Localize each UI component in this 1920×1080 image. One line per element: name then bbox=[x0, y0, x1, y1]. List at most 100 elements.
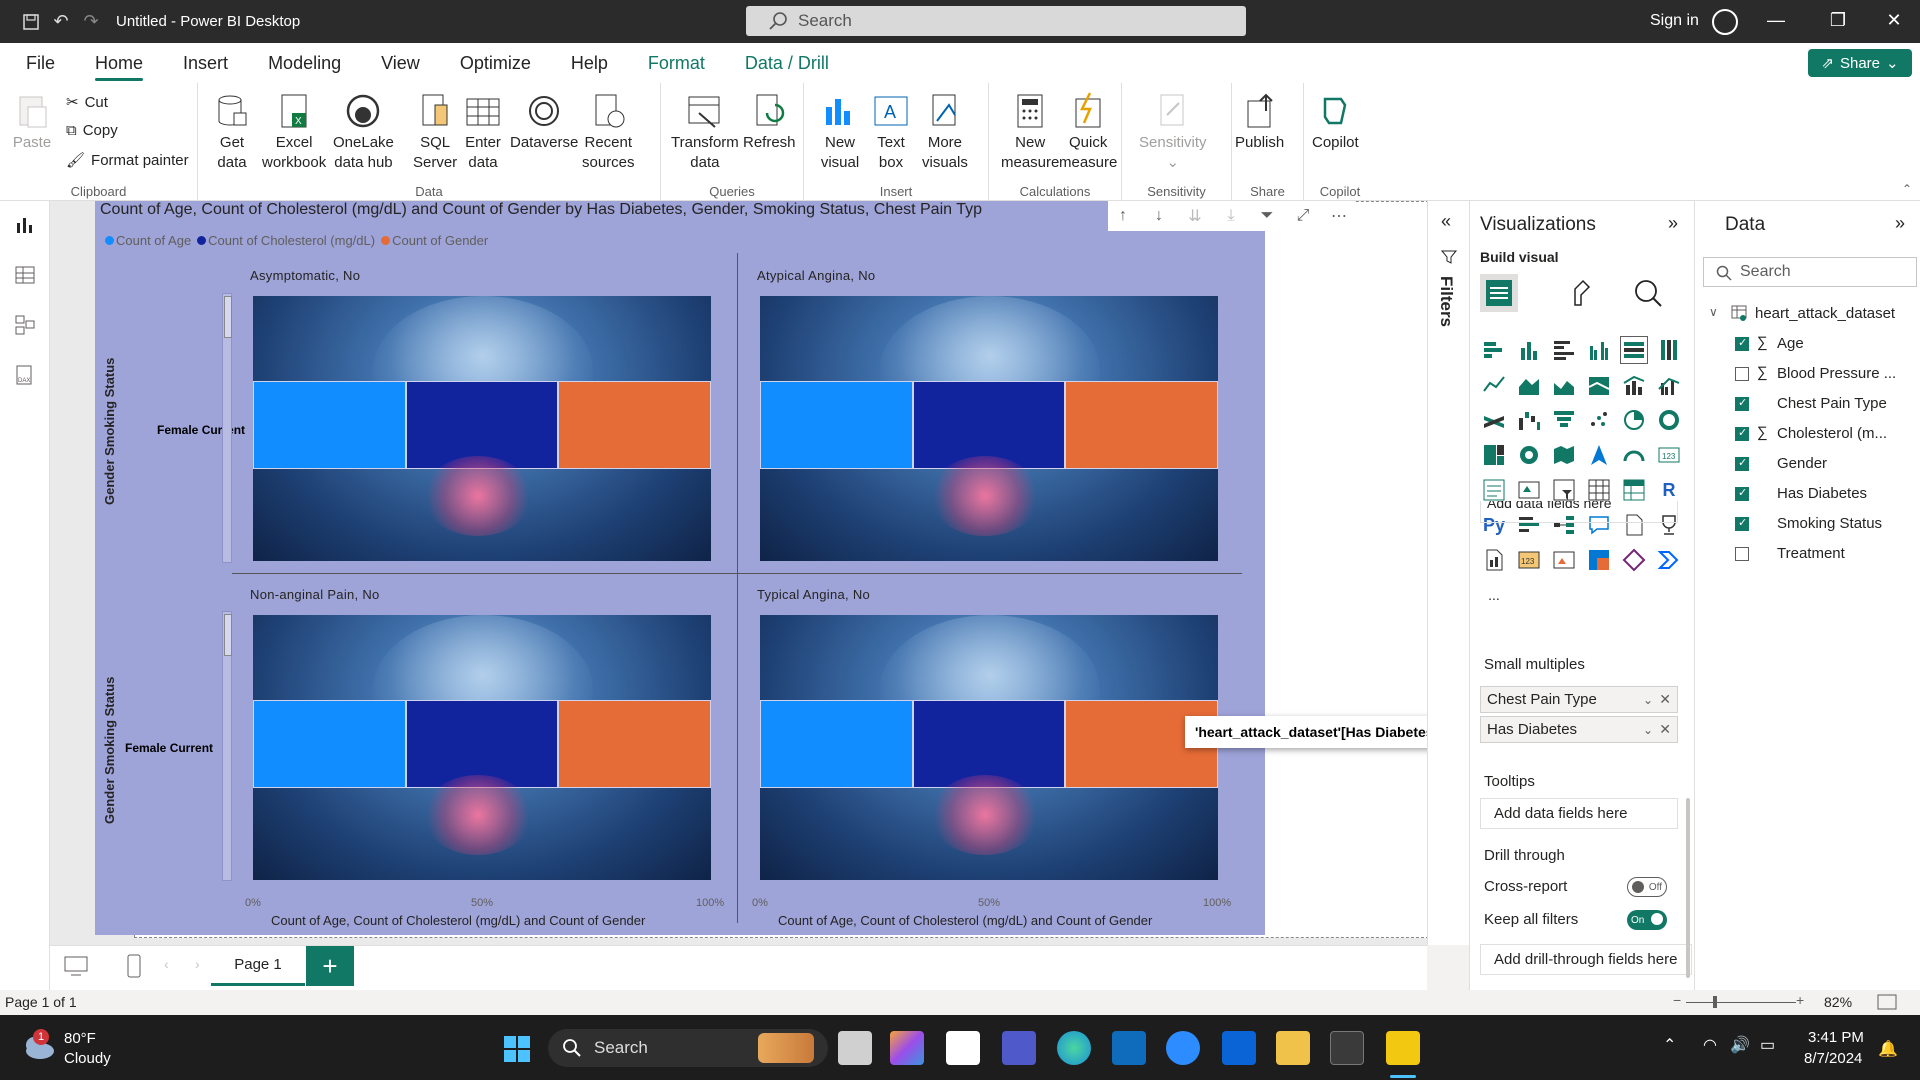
filters-pane-collapsed[interactable]: « Filters bbox=[1427, 201, 1469, 945]
funnel-chart-icon[interactable] bbox=[1550, 406, 1578, 434]
filter-icon[interactable]: ⏷ bbox=[1252, 201, 1282, 231]
line-chart-icon[interactable] bbox=[1480, 371, 1508, 399]
bar-count-of-age[interactable] bbox=[760, 381, 913, 469]
bar-count-of-age[interactable] bbox=[760, 700, 913, 788]
r-script-visual-icon[interactable]: R bbox=[1655, 476, 1683, 504]
map-icon[interactable] bbox=[1515, 441, 1543, 469]
get-data-button[interactable]: Get data bbox=[212, 91, 252, 173]
tab-optimize[interactable]: Optimize bbox=[440, 43, 551, 83]
wifi-icon[interactable]: ◠ bbox=[1703, 1035, 1717, 1055]
100-stacked-column-chart-icon[interactable] bbox=[1655, 336, 1683, 364]
tab-modeling[interactable]: Modeling bbox=[248, 43, 361, 83]
clustered-bar-chart-visual[interactable]: Count of Age, Count of Cholesterol (mg/d… bbox=[95, 201, 1354, 935]
field-chest-pain-type[interactable]: Chest Pain Type bbox=[1777, 395, 1887, 412]
small-multiples-field-has-diabetes[interactable]: Has Diabetes ⌄ ✕ bbox=[1480, 716, 1678, 743]
windows-start-icon[interactable] bbox=[503, 1035, 531, 1063]
field-checkbox-smoking-status[interactable] bbox=[1735, 516, 1749, 531]
bar-count-of-cholesterol[interactable] bbox=[913, 381, 1065, 469]
field-checkbox-cholesterol[interactable] bbox=[1735, 426, 1749, 441]
100-stacked-bar-chart-icon[interactable] bbox=[1620, 336, 1648, 364]
vertical-scrollbar[interactable] bbox=[222, 611, 232, 881]
snipping-tool-icon[interactable] bbox=[946, 1031, 980, 1065]
onelake-button[interactable]: OneLake data hub bbox=[333, 91, 394, 173]
matrix-icon[interactable] bbox=[1620, 476, 1648, 504]
redo-icon[interactable]: ↷ bbox=[76, 0, 106, 43]
100-stacked-area-chart-icon[interactable] bbox=[1585, 371, 1613, 399]
clock-time[interactable]: 3:41 PM bbox=[1808, 1029, 1864, 1046]
report-view-icon[interactable] bbox=[13, 213, 37, 237]
legend-item-gender[interactable]: Count of Gender bbox=[381, 233, 488, 248]
focus-mode-icon[interactable]: ⤢ bbox=[1288, 201, 1318, 231]
add-page-button[interactable]: + bbox=[306, 946, 354, 986]
ribbon-chart-icon[interactable] bbox=[1480, 406, 1508, 434]
bar-count-of-age[interactable] bbox=[253, 381, 406, 469]
close-icon[interactable]: ✕ bbox=[1884, 10, 1904, 30]
tab-home[interactable]: Home bbox=[75, 43, 163, 83]
vertical-scrollbar[interactable] bbox=[222, 293, 232, 563]
treemap-icon[interactable] bbox=[1480, 441, 1508, 469]
build-visual-tab[interactable] bbox=[1480, 274, 1518, 312]
keep-filters-toggle[interactable]: On bbox=[1627, 910, 1667, 930]
model-view-icon[interactable] bbox=[13, 313, 37, 337]
data-search-input[interactable]: Search bbox=[1703, 257, 1917, 287]
zoom-icon[interactable] bbox=[1166, 1031, 1200, 1065]
smart-narrative-icon[interactable] bbox=[1480, 546, 1508, 574]
field-checkbox-chest-pain-type[interactable] bbox=[1735, 396, 1749, 411]
collapse-ribbon-icon[interactable]: ⌃ bbox=[1902, 182, 1912, 196]
bar-count-of-cholesterol[interactable] bbox=[913, 700, 1065, 788]
title-search-input[interactable]: Search bbox=[746, 6, 1246, 36]
dataverse-button[interactable]: Dataverse bbox=[510, 91, 578, 153]
chevron-right-icon[interactable]: › bbox=[195, 956, 200, 972]
bar-count-of-gender[interactable] bbox=[1065, 381, 1218, 469]
field-checkbox-age[interactable] bbox=[1735, 336, 1749, 351]
remove-field-icon[interactable]: ✕ bbox=[1659, 691, 1671, 708]
analytics-icon[interactable] bbox=[1632, 277, 1664, 309]
slicer-icon[interactable] bbox=[1550, 476, 1578, 504]
scatter-chart-icon[interactable] bbox=[1585, 406, 1613, 434]
field-cholesterol[interactable]: Cholesterol (m... bbox=[1777, 425, 1887, 442]
paste-button[interactable]: Paste bbox=[12, 91, 52, 153]
chevron-up-icon[interactable]: ⌃ bbox=[1663, 1035, 1676, 1055]
bar-count-of-gender[interactable] bbox=[558, 381, 711, 469]
more-options-icon[interactable]: ⋯ bbox=[1324, 201, 1354, 231]
page-tab-1[interactable]: Page 1 bbox=[211, 946, 305, 986]
tab-help[interactable]: Help bbox=[551, 43, 628, 83]
terminal-icon[interactable] bbox=[1330, 1031, 1364, 1065]
power-automate-visual-icon[interactable] bbox=[1655, 546, 1683, 574]
recent-sources-button[interactable]: Recent sources bbox=[582, 91, 635, 173]
sign-in-link[interactable]: Sign in bbox=[1650, 12, 1699, 30]
tooltips-add-field[interactable]: Add data fields here bbox=[1480, 798, 1678, 829]
pie-chart-icon[interactable] bbox=[1620, 406, 1648, 434]
excel-workbook-button[interactable]: X Excel workbook bbox=[262, 91, 326, 173]
field-blood-pressure[interactable]: Blood Pressure ... bbox=[1777, 365, 1896, 382]
publish-button[interactable]: Publish bbox=[1235, 91, 1284, 153]
text-box-button[interactable]: A Text box bbox=[871, 91, 911, 173]
small-multiples-field-chest-pain-type[interactable]: Chest Pain Type ⌄ ✕ bbox=[1480, 686, 1678, 713]
filled-map-icon[interactable] bbox=[1550, 441, 1578, 469]
donut-chart-icon[interactable] bbox=[1655, 406, 1683, 434]
more-visuals-button[interactable]: More visuals bbox=[922, 91, 968, 173]
gauge-icon[interactable] bbox=[1620, 441, 1648, 469]
clock-date[interactable]: 8/7/2024 bbox=[1804, 1050, 1862, 1067]
chevron-down-icon[interactable]: ⌄ bbox=[1643, 723, 1653, 737]
stacked-column-chart-icon[interactable] bbox=[1515, 336, 1543, 364]
tab-data-drill[interactable]: Data / Drill bbox=[725, 43, 849, 83]
notification-bell-icon[interactable]: 🔔 bbox=[1878, 1039, 1898, 1059]
format-visual-icon[interactable] bbox=[1567, 277, 1599, 309]
power-apps-icon[interactable]: 123 bbox=[1515, 546, 1543, 574]
line-and-clustered-column-chart-icon[interactable] bbox=[1655, 371, 1683, 399]
chevron-down-icon[interactable]: ∨ bbox=[1709, 305, 1718, 319]
field-checkbox-treatment[interactable] bbox=[1735, 547, 1749, 561]
table-visual-icon[interactable] bbox=[1585, 476, 1613, 504]
expand-filters-icon[interactable]: « bbox=[1441, 211, 1451, 232]
zoom-slider-thumb[interactable] bbox=[1713, 996, 1717, 1008]
microsoft-store-icon[interactable] bbox=[1112, 1031, 1146, 1065]
battery-icon[interactable]: ▭ bbox=[1760, 1035, 1775, 1055]
cross-report-toggle[interactable]: Off bbox=[1627, 877, 1667, 897]
table-view-icon[interactable] bbox=[13, 263, 37, 287]
tab-insert[interactable]: Insert bbox=[163, 43, 248, 83]
clustered-bar-chart-icon[interactable] bbox=[1550, 336, 1578, 364]
clustered-column-chart-icon[interactable] bbox=[1585, 336, 1613, 364]
copilot-taskbar-icon[interactable] bbox=[890, 1031, 924, 1065]
multi-row-card-icon[interactable] bbox=[1480, 476, 1508, 504]
